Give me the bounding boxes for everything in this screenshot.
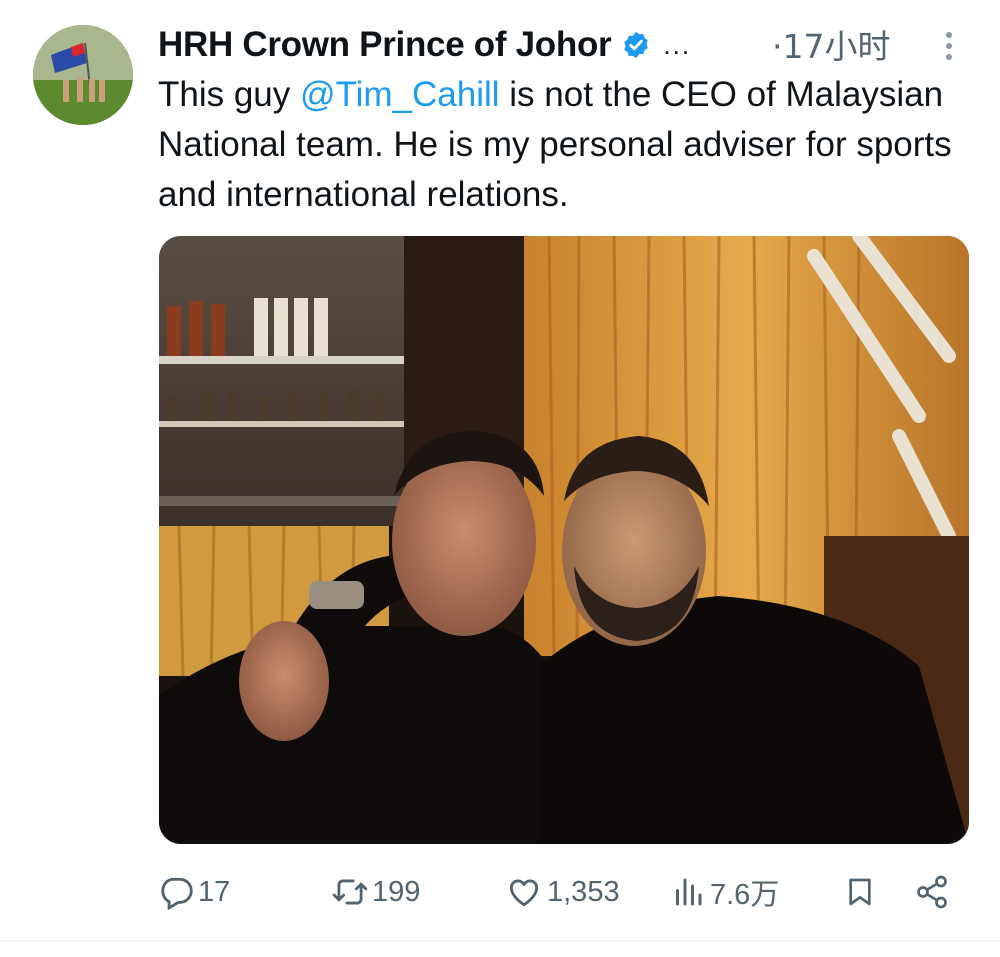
reply-button[interactable]: 17 [158,862,230,922]
reply-icon [161,877,193,911]
view-count: 7.6万 [710,879,780,911]
tweet-timestamp[interactable]: ·17小时 [772,20,890,68]
share-button[interactable] [914,862,950,922]
like-button[interactable]: 1,353 [505,862,620,922]
tweet-actions: 17 199 1,353 7.6万 [158,862,958,922]
divider [0,940,1000,941]
like-count: 1,353 [547,875,620,908]
bookmark-icon [849,878,871,906]
bookmark-button[interactable] [844,862,876,922]
verified-badge-icon [624,31,649,59]
views-chart-icon [676,878,702,906]
author-handle-truncated: ... [663,29,692,60]
avatar[interactable] [33,25,133,125]
retweet-icon [332,879,368,905]
reply-count: 17 [198,875,231,908]
tweet-photo[interactable] [159,236,969,844]
retweet-count: 199 [372,875,421,908]
tweet-text-start: This guy [158,75,300,114]
photo-image [159,236,969,844]
views-button[interactable]: 7.6万 [670,862,779,922]
tweet-text: This guy @Tim_Cahill is not the CEO of M… [158,70,978,220]
more-options-icon[interactable] [935,28,963,64]
retweet-button[interactable]: 199 [330,862,420,922]
heart-icon [509,879,539,907]
avatar-image [33,25,133,125]
author-name[interactable]: HRH Crown Prince of Johor [158,25,612,65]
mention-link[interactable]: @Tim_Cahill [300,75,500,114]
share-icon [917,875,947,909]
